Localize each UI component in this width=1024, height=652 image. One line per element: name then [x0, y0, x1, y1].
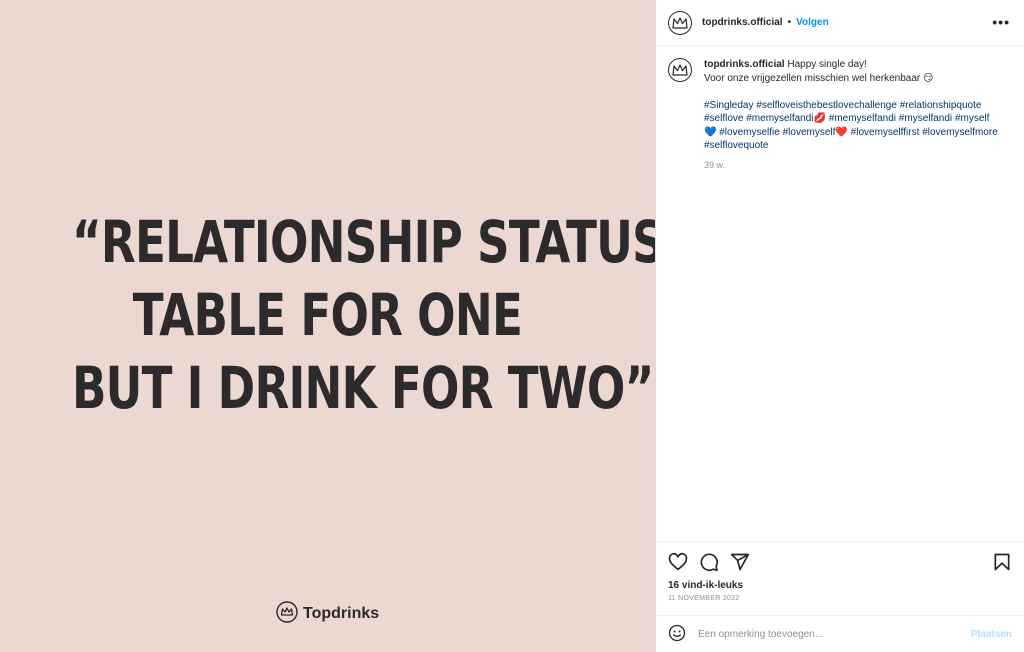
dark-heart-emoji-icon: 💙 [704, 126, 717, 138]
caption: topdrinks.official Happy single day! Voo… [668, 58, 1014, 172]
caption-username[interactable]: topdrinks.official [704, 59, 785, 70]
comment-icon[interactable] [699, 552, 719, 572]
hashtag-link[interactable]: #selflove [704, 113, 743, 124]
emoji-picker-icon[interactable] [668, 624, 686, 645]
caption-line2: Voor onze vrijgezellen misschien wel her… [704, 72, 921, 84]
avatar[interactable] [668, 10, 692, 35]
hashtag-link[interactable]: #relationshipquote [900, 100, 982, 111]
hashtag-link[interactable]: #selfloveisthebestlovechallenge [756, 100, 897, 111]
post-sidebar: topdrinks.official • Volgen ••• topdrink… [655, 0, 1024, 652]
follow-button[interactable]: Volgen [796, 17, 829, 28]
bookmark-icon[interactable] [992, 552, 1012, 572]
more-options-icon[interactable]: ••• [992, 14, 1010, 30]
header-separator: • [787, 17, 792, 28]
action-icons [668, 552, 1012, 572]
hashtag-link[interactable]: #lovemyself [783, 127, 836, 138]
hashtag-link[interactable]: #myselfandi [899, 113, 952, 124]
quote-line: TABLE FOR ONE [132, 281, 523, 349]
comment-bar: Plaatsen [656, 615, 1024, 652]
heart-icon[interactable] [668, 552, 688, 572]
post-comment-button[interactable]: Plaatsen [971, 629, 1012, 640]
caption-avatar[interactable] [668, 58, 692, 82]
red-heart-emoji-icon: ❤️ [835, 126, 848, 138]
brand-name: Topdrinks [303, 604, 380, 622]
hashtag-link[interactable]: #myself [955, 113, 989, 124]
quote-line: BUT I DRINK FOR TWO” [71, 354, 654, 422]
hashtag-link[interactable]: #lovemyselffirst [851, 127, 920, 138]
like-count[interactable]: 16 vind-ik-leuks [668, 580, 1012, 591]
hashtag-link[interactable]: #memyselfandi [829, 113, 896, 124]
post-date: 11 NOVEMBER 2022 [668, 595, 740, 602]
post-image[interactable]: “RELATIONSHIP STATUS: TABLE FOR ONE BUT … [0, 0, 655, 652]
hashtag-link[interactable]: #Singleday [704, 100, 753, 111]
hashtag-link[interactable]: #memyselfandi [746, 113, 813, 124]
comment-input[interactable] [698, 628, 971, 640]
quote-text: “RELATIONSHIP STATUS: TABLE FOR ONE BUT … [71, 206, 655, 425]
instagram-post-modal: “RELATIONSHIP STATUS: TABLE FOR ONE BUT … [0, 0, 1024, 652]
lips-emoji-icon: 💋 [813, 113, 826, 124]
hashtag-list: #Singleday #selfloveisthebestlovechallen… [704, 99, 1004, 153]
share-icon[interactable] [730, 552, 750, 572]
crown-logo-icon [276, 601, 298, 626]
header-username[interactable]: topdrinks.official [702, 17, 783, 28]
brand-logo: Topdrinks [276, 601, 379, 626]
smirk-emoji-icon: 😏 [923, 72, 934, 84]
quote-line: “RELATIONSHIP STATUS: [71, 208, 655, 276]
hashtag-link[interactable]: #selflovequote [704, 140, 769, 151]
post-age[interactable]: 39 w. [704, 159, 1004, 173]
hashtag-link[interactable]: #lovemyselfmore [922, 127, 998, 138]
post-header: topdrinks.official • Volgen ••• [656, 0, 1024, 46]
action-bar: 16 vind-ik-leuks 11 NOVEMBER 2022 [656, 541, 1024, 616]
caption-line1: Happy single day! [787, 59, 867, 70]
hashtag-link[interactable]: #lovemyselfie [719, 127, 780, 138]
caption-body: topdrinks.official Happy single day! Voo… [704, 58, 1004, 172]
